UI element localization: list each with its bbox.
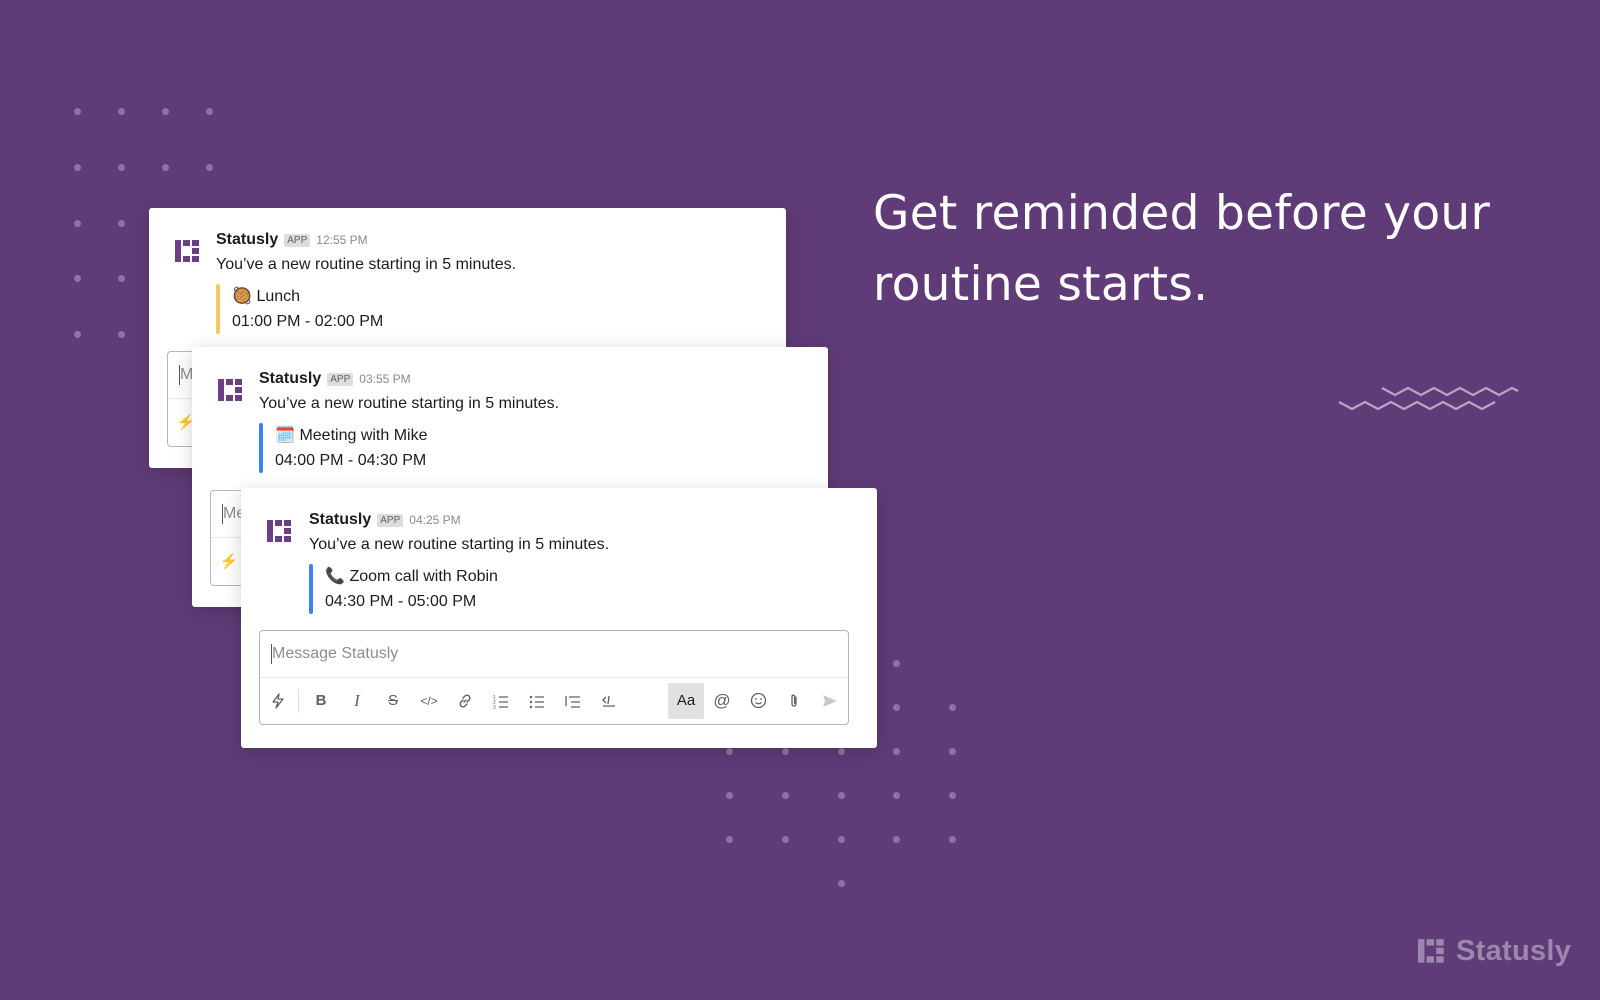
routine-time-range: 04:30 PM - 05:00 PM — [325, 593, 477, 610]
formatting-toolbar: B I S </> 123 Aa @ — [260, 678, 848, 723]
timestamp[interactable]: 03:55 PM — [359, 372, 410, 386]
decorative-dot — [162, 164, 169, 171]
decorative-dot — [893, 836, 900, 843]
notification-card-zoom: Statusly APP 04:25 PM You’ve a new routi… — [241, 488, 877, 748]
link-icon[interactable] — [447, 683, 483, 719]
routine-title: Meeting with Mike — [299, 427, 428, 444]
decorative-dot — [74, 108, 81, 115]
phone-emoji-icon: 📞 — [325, 568, 345, 585]
bulleted-list-icon[interactable] — [519, 683, 555, 719]
ordered-list-icon[interactable]: 123 — [483, 683, 519, 719]
sender-name[interactable]: Statusly — [309, 511, 371, 529]
app-badge: APP — [327, 372, 354, 386]
decorative-dot — [838, 792, 845, 799]
app-badge: APP — [284, 233, 311, 247]
decorative-dot — [838, 836, 845, 843]
zigzag-decoration — [1338, 386, 1519, 411]
decorative-dot — [838, 748, 845, 755]
decorative-dot — [782, 748, 789, 755]
statusly-logo-icon — [1418, 938, 1444, 963]
decorative-dot — [949, 792, 956, 799]
sender-name[interactable]: Statusly — [216, 231, 278, 249]
toolbar-divider — [298, 688, 299, 713]
routine-attachment: 🥘 Lunch 01:00 PM - 02:00 PM — [216, 284, 766, 334]
decorative-dot — [782, 792, 789, 799]
routine-attachment: 📞 Zoom call with Robin 04:30 PM - 05:00 … — [309, 564, 857, 614]
statusly-logo-icon — [175, 240, 199, 262]
timestamp[interactable]: 04:25 PM — [409, 513, 460, 527]
decorative-dot — [118, 331, 125, 338]
decorative-dot — [893, 748, 900, 755]
decorative-dot — [726, 748, 733, 755]
routine-title: Zoom call with Robin — [349, 568, 498, 585]
message-input[interactable]: Message Statusly — [272, 645, 398, 663]
brand-watermark: Statusly — [1418, 935, 1571, 968]
decorative-dot — [949, 704, 956, 711]
decorative-dot — [74, 275, 81, 282]
decorative-dot — [162, 108, 169, 115]
blockquote-icon[interactable] — [555, 683, 591, 719]
message-composer[interactable]: Message Statusly B I S </> 123 Aa @ — [259, 630, 849, 725]
emoji-icon[interactable] — [740, 683, 776, 719]
app-badge: APP — [377, 513, 404, 527]
decorative-dot — [949, 748, 956, 755]
code-icon[interactable]: </> — [411, 683, 447, 719]
headline: Get reminded before your routine starts. — [873, 186, 1491, 312]
format-toggle[interactable]: Aa — [668, 682, 704, 719]
decorative-dot — [206, 164, 213, 171]
statusly-logo-icon — [267, 520, 291, 542]
decorative-dot — [726, 836, 733, 843]
message-text: You’ve a new routine starting in 5 minut… — [259, 395, 560, 412]
decorative-dot — [118, 108, 125, 115]
italic-icon[interactable]: I — [339, 683, 375, 719]
decorative-dot — [118, 275, 125, 282]
routine-time-range: 04:00 PM - 04:30 PM — [275, 452, 427, 469]
decorative-dot — [893, 792, 900, 799]
attachment-accent-bar — [259, 423, 263, 473]
brand-name: Statusly — [1456, 935, 1572, 967]
decorative-dot — [118, 220, 125, 227]
routine-title: Lunch — [256, 288, 301, 305]
svg-text:3: 3 — [493, 705, 496, 709]
message-text: You’ve a new routine starting in 5 minut… — [216, 256, 517, 273]
decorative-dot — [893, 660, 900, 667]
attach-icon[interactable] — [776, 683, 812, 719]
attachment-accent-bar — [216, 284, 220, 334]
decorative-dot — [949, 836, 956, 843]
routine-attachment: 🗓️ Meeting with Mike 04:00 PM - 04:30 PM — [259, 423, 808, 473]
message-body: Statusly APP 04:25 PM You’ve a new routi… — [309, 510, 857, 614]
attachment-accent-bar — [309, 564, 313, 614]
shortcut-icon[interactable] — [260, 683, 296, 719]
decorative-dot — [74, 331, 81, 338]
food-emoji-icon: 🥘 — [232, 288, 252, 305]
decorative-dot — [893, 704, 900, 711]
timestamp[interactable]: 12:55 PM — [316, 233, 367, 247]
message-body: Statusly APP 03:55 PM You’ve a new routi… — [259, 369, 808, 473]
statusly-logo-icon — [218, 379, 242, 401]
message-body: Statusly APP 12:55 PM You’ve a new routi… — [216, 230, 766, 334]
decorative-dot — [838, 880, 845, 887]
decorative-dot — [118, 164, 125, 171]
strikethrough-icon[interactable]: S — [375, 683, 411, 719]
bold-icon[interactable]: B — [303, 683, 339, 719]
decorative-dot — [782, 836, 789, 843]
decorative-dot — [726, 792, 733, 799]
decorative-dot — [74, 164, 81, 171]
calendar-emoji-icon: 🗓️ — [275, 427, 295, 444]
message-text: You’ve a new routine starting in 5 minut… — [309, 536, 610, 553]
routine-time-range: 01:00 PM - 02:00 PM — [232, 313, 384, 330]
sender-name[interactable]: Statusly — [259, 370, 321, 388]
mention-icon[interactable]: @ — [704, 683, 740, 719]
decorative-dot — [206, 108, 213, 115]
code-block-icon[interactable] — [591, 683, 627, 719]
decorative-dot — [74, 220, 81, 227]
send-icon[interactable] — [812, 683, 848, 719]
